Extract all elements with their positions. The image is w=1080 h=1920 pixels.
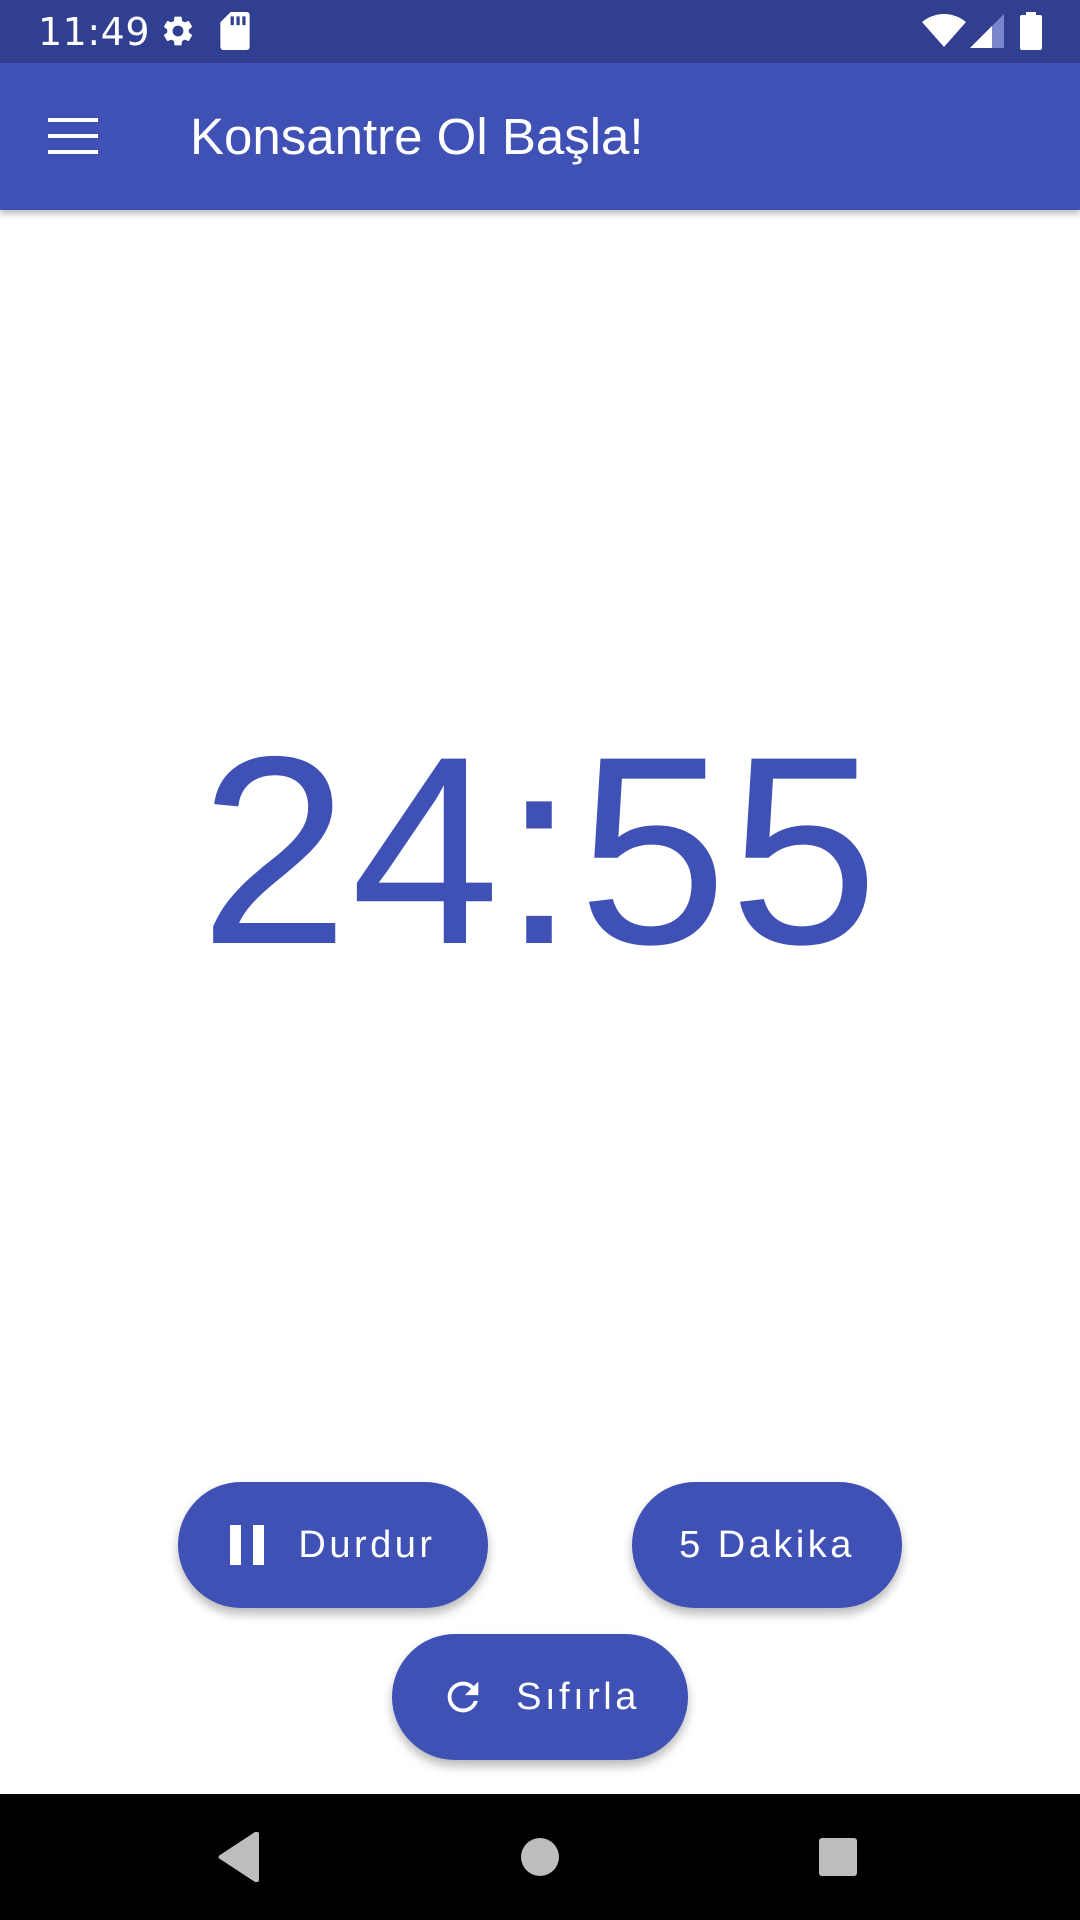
- cell-signal-icon: [970, 14, 1004, 53]
- pause-icon: [230, 1525, 265, 1565]
- pause-button-label: Durdur: [298, 1523, 436, 1566]
- status-time: 11:49: [38, 10, 151, 54]
- hamburger-menu-icon[interactable]: [40, 103, 106, 169]
- app-title: Konsantre Ol Başla!: [190, 108, 644, 165]
- status-bar: 11:49: [0, 0, 1080, 63]
- navigation-bar: [0, 1794, 1080, 1920]
- five-minute-button-label: 5 Dakika: [679, 1523, 855, 1566]
- battery-icon: [1020, 12, 1042, 55]
- app-screen: 11:49 Konsantre Ol Başla! 24:55 Durdur 5…: [0, 0, 1080, 1920]
- reset-button[interactable]: Sıfırla: [392, 1634, 688, 1760]
- sd-card-icon: [220, 12, 250, 55]
- home-circle-icon[interactable]: [504, 1821, 576, 1893]
- timer-display: 24:55: [199, 700, 881, 1000]
- reset-button-label: Sıfırla: [516, 1675, 640, 1718]
- app-bar: Konsantre Ol Başla!: [0, 63, 1080, 210]
- settings-gear-icon: [160, 12, 196, 55]
- back-triangle-icon[interactable]: [204, 1821, 276, 1893]
- pause-button[interactable]: Durdur: [178, 1482, 488, 1608]
- wifi-icon: [922, 14, 966, 53]
- refresh-icon: [440, 1674, 486, 1720]
- five-minute-button[interactable]: 5 Dakika: [632, 1482, 902, 1608]
- recents-square-icon[interactable]: [802, 1821, 874, 1893]
